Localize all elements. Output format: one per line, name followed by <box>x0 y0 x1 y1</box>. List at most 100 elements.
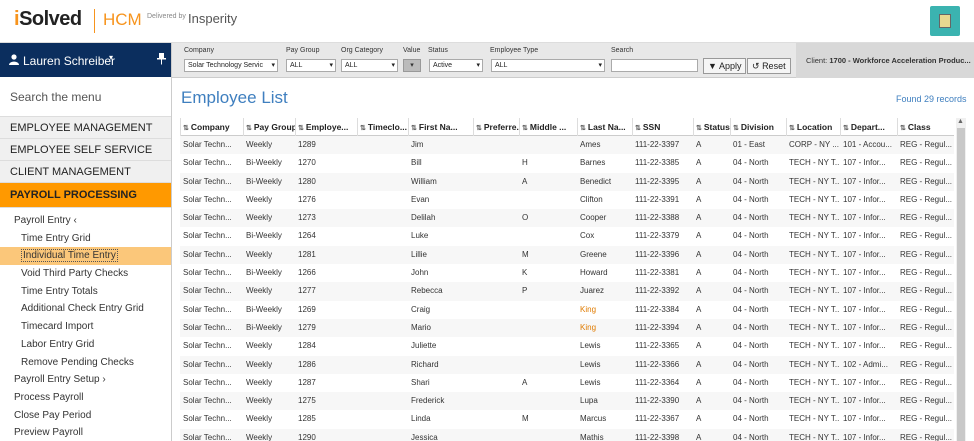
chevron-down-icon: ▾ <box>271 62 275 69</box>
table-row[interactable]: Solar Techn... Bi-Weekly 1280 William A Bened… <box>180 172 954 191</box>
sidebar-item[interactable]: Payroll Entry ‹ <box>0 212 171 230</box>
orgcat-select[interactable]: ALL ▾ <box>341 59 398 72</box>
column-header[interactable]: ⇅ Location <box>786 118 840 136</box>
table-row[interactable]: Solar Techn... Weekly 1277 Rebecca P Juarez 11… <box>180 282 954 301</box>
sidebar-item[interactable]: Individual Time Entry <box>0 247 171 266</box>
isolved-logo[interactable]: iSolved <box>14 8 82 31</box>
table-cell: REG - Regul... <box>900 194 953 204</box>
table-row[interactable]: Solar Techn... Weekly 1290 Jessica Mathis 111… <box>180 428 954 441</box>
column-header[interactable]: ⇅ SSN <box>632 118 693 136</box>
reset-button[interactable]: ↺ Reset <box>747 58 791 74</box>
table-cell: 04 - North <box>733 304 769 314</box>
column-header[interactable]: ⇅Preferre... <box>473 118 519 136</box>
table-cell: 111-22-3379 <box>635 231 680 241</box>
sidebar-item[interactable]: Time Entry Totals <box>0 283 171 301</box>
table-cell: Weekly <box>246 377 273 387</box>
column-header[interactable]: ⇅ Middle ... <box>519 118 577 136</box>
sidebar-item[interactable]: Time Entry Grid <box>0 230 171 248</box>
table-row[interactable]: Solar Techn... Weekly 1276 Evan Clifton 111-2… <box>180 191 954 209</box>
sort-icon: ⇅ <box>411 125 417 132</box>
column-header[interactable]: ⇅ Pay Group <box>243 118 295 136</box>
table-cell: REG - Regul... <box>900 414 953 424</box>
column-header[interactable]: ⇅ Class <box>897 118 954 136</box>
table-row[interactable]: Solar Techn... Weekly 1286 Richard Lewis 111-… <box>180 355 954 374</box>
table-row[interactable]: Solar Techn... Weekly 1284 Juliette Lewis 111… <box>180 337 954 355</box>
table-cell: TECH - NY T... <box>789 231 840 241</box>
column-header[interactable]: ⇅ Employe... <box>295 118 357 136</box>
table-cell: 107 - Infor... <box>843 396 886 406</box>
company-select[interactable]: Solar Technology Servic ▾ <box>184 59 278 72</box>
table-cell: Jim <box>411 140 424 149</box>
sidebar-item[interactable]: Labor Entry Grid <box>0 336 171 354</box>
sidebar-item[interactable]: Close Pay Period <box>0 407 171 425</box>
sort-icon: ⇅ <box>900 125 906 132</box>
table-row[interactable]: Solar Techn... Weekly 1275 Frederick Lupa 111… <box>180 392 954 411</box>
vertical-scrollbar[interactable]: ▲ <box>956 118 966 441</box>
sidebar-section-employee-self-service[interactable]: EMPLOYEE SELF SERVICE <box>0 139 171 161</box>
menu-search-input[interactable]: Search the menu <box>0 77 171 117</box>
table-row[interactable]: Solar Techn... Weekly 1273 Delilah O Cooper 11… <box>180 209 954 228</box>
table-cell: REG - Regul... <box>900 322 953 332</box>
table-row[interactable]: Solar Techn... Bi-Weekly 1270 Bill H Barnes 11… <box>180 154 954 172</box>
table-cell <box>473 374 519 392</box>
column-header[interactable]: ⇅ Last Na... <box>577 118 632 136</box>
table-cell <box>473 392 519 410</box>
column-header[interactable]: ⇅ Division <box>730 118 786 136</box>
table-row[interactable]: Solar Techn... Weekly 1287 Shari A Lewis 111-2… <box>180 374 954 392</box>
table-cell <box>357 246 408 264</box>
column-header[interactable]: ⇅ Company <box>180 118 243 136</box>
apply-button[interactable]: ▼ Apply <box>703 58 747 74</box>
paygroup-select[interactable]: ALL ▾ <box>286 59 336 72</box>
sidebar-section-employee-management[interactable]: EMPLOYEE MANAGEMENT <box>0 117 171 139</box>
sidebar-section-client-management[interactable]: CLIENT MANAGEMENT <box>0 161 171 183</box>
table-cell: A <box>696 268 702 278</box>
table-cell <box>473 410 519 428</box>
emptype-select[interactable]: ALL ▾ <box>491 59 605 72</box>
table-cell <box>473 227 519 245</box>
column-header[interactable]: ⇅ Depart... <box>840 118 897 136</box>
column-header[interactable]: ⇅ Timeclo... <box>357 118 408 136</box>
table-cell: REG - Regul... <box>900 213 953 223</box>
scrollbar-thumb[interactable] <box>957 128 965 441</box>
column-header[interactable]: ⇅ First Na... <box>408 118 473 136</box>
table-cell: 1290 <box>298 432 316 441</box>
search-input[interactable] <box>611 59 698 72</box>
table-row[interactable]: Solar Techn... Weekly 1285 Linda M Marcus 111-… <box>180 410 954 428</box>
value-select[interactable]: ▾ <box>403 59 421 72</box>
sidebar-item[interactable]: Remove Pending Checks <box>0 354 171 372</box>
user-menu[interactable]: Lauren Schreiber ▾ <box>0 43 171 77</box>
pin-icon[interactable] <box>157 53 166 68</box>
table-row[interactable]: Solar Techn... Bi-Weekly 1279 Mario King 111-… <box>180 318 954 338</box>
sidebar-item[interactable]: Void Third Party Checks <box>0 265 171 283</box>
table-row[interactable]: Solar Techn... Bi-Weekly 1264 Luke Cox 111-22… <box>180 227 954 245</box>
table-cell: 04 - North <box>733 213 769 223</box>
table-row[interactable]: Solar Techn... Weekly 1281 Lillie M Greene 111… <box>180 245 954 265</box>
sort-icon: ⇅ <box>733 125 739 132</box>
sidebar-item-label: Time Entry Totals <box>21 285 98 297</box>
column-header[interactable]: ⇅ Status <box>693 118 730 136</box>
table-cell: 111-22-3396 <box>635 249 680 259</box>
table-row[interactable]: Solar Techn... Bi-Weekly 1266 John K Howard 11… <box>180 264 954 282</box>
paygroup-label: Pay Group <box>286 47 320 54</box>
table-cell <box>473 154 519 172</box>
status-select[interactable]: Active ▾ <box>429 59 483 72</box>
table-row[interactable]: Solar Techn... Bi-Weekly 1269 Craig King 111-… <box>180 301 954 319</box>
table-row[interactable]: Solar Techn... Weekly 1289 Jim Ames 111-22-33… <box>180 136 954 155</box>
table-cell: 04 - North <box>733 359 769 369</box>
table-cell: Weekly <box>246 396 273 406</box>
sidebar-item[interactable]: Timecard Import <box>0 318 171 336</box>
scroll-up-icon[interactable]: ▲ <box>957 118 964 125</box>
table-cell <box>357 136 408 154</box>
table-cell: 107 - Infor... <box>843 249 886 259</box>
app-switcher-icon[interactable] <box>930 6 960 36</box>
table-cell: Solar Techn... <box>183 396 232 406</box>
sidebar-item[interactable]: Additional Check Entry Grid <box>0 300 171 318</box>
table-cell: Shari <box>411 377 430 387</box>
sidebar-item[interactable]: Payroll Entry Setup › <box>0 371 171 389</box>
table-cell: 111-22-3395 <box>635 176 680 186</box>
sidebar-section-payroll-processing[interactable]: PAYROLL PROCESSING <box>0 183 171 208</box>
sidebar-item[interactable]: Process Payroll <box>0 389 171 407</box>
sidebar-item[interactable]: Preview Payroll <box>0 424 171 441</box>
sidebar-item-label: Close Pay Period <box>14 409 92 421</box>
table-cell: REG - Regul... <box>900 158 953 168</box>
